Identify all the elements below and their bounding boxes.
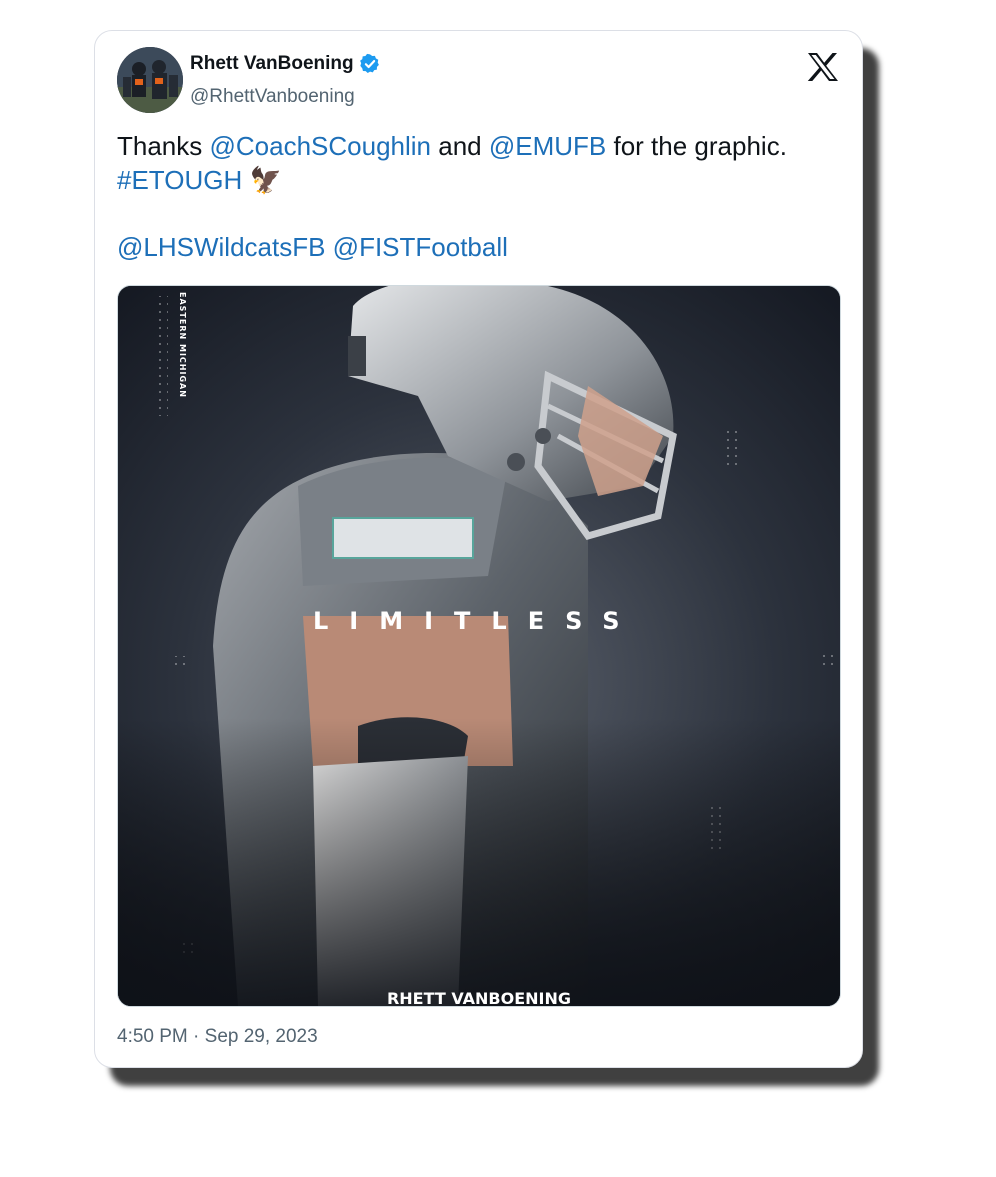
tweet-media-image[interactable]: LIMITLESS EASTERN MICHIGAN RHETT VANBOEN… [117,285,841,1007]
avatar-image [117,47,183,113]
display-name[interactable]: Rhett VanBoening [190,53,354,75]
tweet-text: Thanks @CoachSCoughlin and @EMUFB for th… [117,129,837,264]
eagle-emoji-icon: 🦅 [249,165,282,195]
player-graphic: LIMITLESS EASTERN MICHIGAN RHETT VANBOEN… [118,286,840,1006]
side-text: EASTERN MICHIGAN [178,292,187,398]
hashtag-link[interactable]: #ETOUGH [117,165,242,195]
verified-badge-icon [359,53,379,73]
tweet-text-for: for the graphic. [606,131,787,161]
x-logo-icon[interactable] [807,52,839,82]
avatar[interactable] [117,47,183,113]
mention-link[interactable]: @FISTFootball [333,232,508,262]
mention-link[interactable]: @EMUFB [489,131,606,161]
tweet-text-thanks: Thanks [117,131,210,161]
mention-link[interactable]: @CoachSCoughlin [210,131,432,161]
user-handle[interactable]: @RhettVanboening [190,86,355,108]
tweet-card[interactable]: Rhett VanBoening @RhettVanboening Thanks… [94,30,863,1068]
mention-link[interactable]: @LHSWildcatsFB [117,232,325,262]
tweet-timestamp[interactable]: 4:50 PM · Sep 29, 2023 [117,1026,318,1048]
tweet-text-and: and [431,131,489,161]
headline-text: LIMITLESS [313,607,641,635]
player-name-text: RHETT VANBOENING [387,989,571,1006]
tweet-text-mentions: @LHSWildcatsFB @FISTFootball [117,230,837,264]
